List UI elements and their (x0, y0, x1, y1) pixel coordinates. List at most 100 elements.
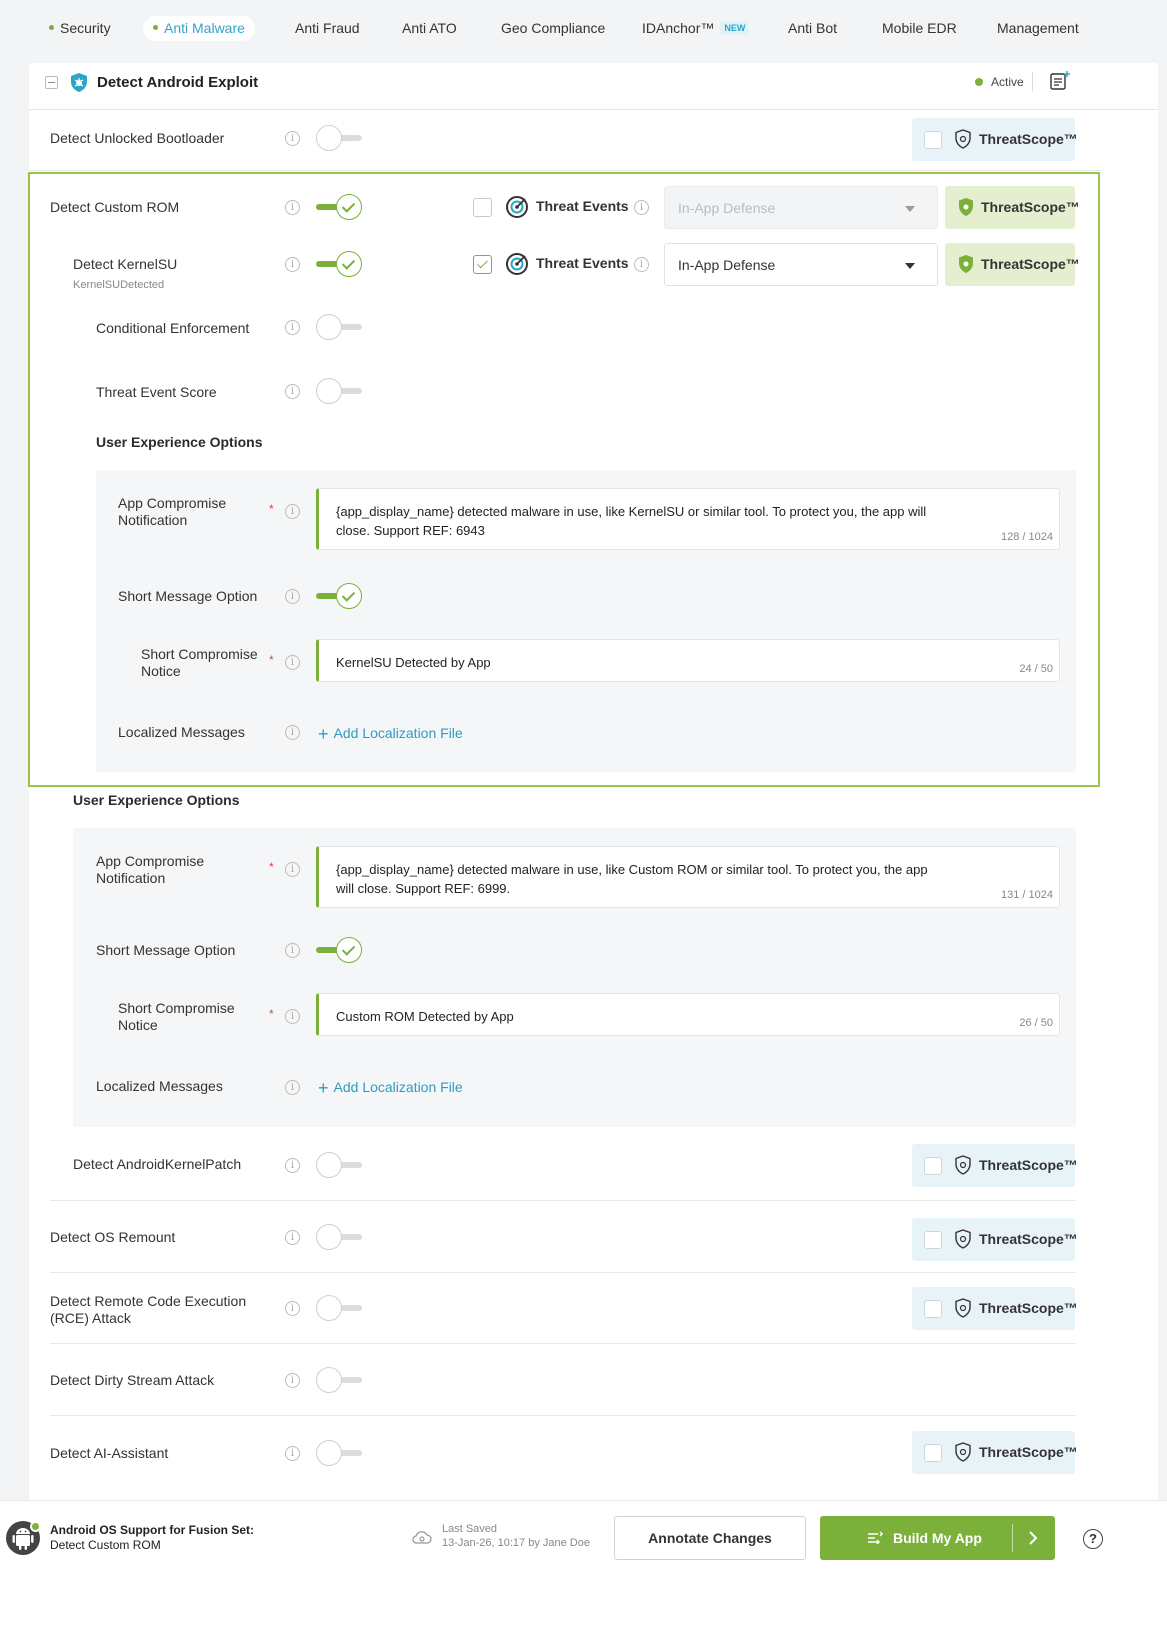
info-icon[interactable]: i (285, 131, 300, 146)
chevron-right-icon[interactable] (1028, 1531, 1038, 1545)
add-localization-link[interactable]: + Add Localization File (318, 722, 463, 744)
tab-management[interactable]: Management (987, 16, 1089, 41)
info-icon[interactable]: i (285, 1158, 300, 1173)
info-icon[interactable]: i (285, 200, 300, 215)
required-marker: * (269, 653, 274, 667)
info-icon[interactable]: i (634, 257, 649, 272)
toggle-threat-event-score[interactable] (316, 378, 362, 404)
tab-mobile-edr[interactable]: Mobile EDR (872, 16, 967, 41)
response-select[interactable]: In-App Defense (664, 243, 938, 286)
info-icon[interactable]: i (285, 384, 300, 399)
toggle-dirty-stream[interactable] (316, 1367, 362, 1393)
field-label: Short Compromise Notice (118, 1000, 235, 1033)
shield-icon (955, 1298, 971, 1318)
section-heading: User Experience Options (96, 434, 263, 450)
threatscope-button[interactable]: ThreatScope™ (912, 1287, 1078, 1330)
field-label: Short Message Option (96, 942, 236, 958)
info-icon[interactable]: i (285, 1446, 300, 1461)
shield-bug-icon (71, 73, 87, 92)
threat-events-checkbox[interactable] (473, 198, 492, 217)
online-status-icon (30, 1521, 41, 1532)
info-icon[interactable]: i (285, 1301, 300, 1316)
toggle-custom-rom[interactable] (316, 194, 362, 220)
shield-icon (955, 1155, 971, 1175)
shield-icon (955, 129, 971, 149)
info-icon[interactable]: i (285, 320, 300, 335)
tab-anti-fraud[interactable]: Anti Fraud (285, 16, 370, 41)
row-label: Conditional Enforcement (96, 320, 250, 336)
threatscope-button[interactable]: ThreatScope™ (912, 1144, 1078, 1187)
toggle-os-remount[interactable] (316, 1224, 362, 1250)
shield-icon (959, 198, 973, 216)
toggle-kernelsu[interactable] (316, 251, 362, 277)
threat-events-checkbox[interactable] (473, 255, 492, 274)
threatscope-button[interactable]: ThreatScope™ (945, 186, 1080, 229)
divider (1032, 72, 1033, 92)
divider (29, 170, 1100, 171)
threatscope-checkbox[interactable] (924, 1231, 942, 1249)
build-my-app-button[interactable]: Build My App (820, 1516, 1055, 1560)
row-sublabel: KernelSUDetected (73, 279, 165, 291)
status-label: Active (991, 75, 1024, 89)
threatscope-button[interactable]: ThreatScope™ (912, 118, 1078, 161)
threatscope-checkbox[interactable] (924, 1444, 942, 1462)
shield-icon (955, 1229, 971, 1249)
row-label: Detect Dirty Stream Attack (50, 1372, 215, 1388)
app-compromise-textarea[interactable]: {app_display_name} detected malware in u… (316, 488, 1060, 550)
row-label: Detect AndroidKernelPatch (73, 1156, 242, 1172)
tab-anti-bot[interactable]: Anti Bot (778, 16, 847, 41)
threatscope-button[interactable]: ThreatScope™ (945, 243, 1080, 286)
info-icon[interactable]: i (285, 725, 300, 740)
tab-geo-compliance[interactable]: Geo Compliance (491, 16, 615, 41)
last-saved-value: 13-Jan-26, 10:17 by Jane Doe (442, 1537, 590, 1549)
threatscope-checkbox[interactable] (924, 1300, 942, 1318)
row-label: Detect OS Remount (50, 1229, 176, 1245)
info-icon[interactable]: i (285, 504, 300, 519)
tab-anti-ato[interactable]: Anti ATO (392, 16, 467, 41)
tab-security[interactable]: Security (39, 16, 121, 41)
row-label: Detect Unlocked Bootloader (50, 130, 225, 146)
field-label: Localized Messages (96, 1078, 223, 1094)
field-label: Short Message Option (118, 588, 258, 604)
short-notice-input[interactable]: KernelSU Detected by App 24 / 50 (316, 639, 1060, 682)
toggle-rce[interactable] (316, 1295, 362, 1321)
help-icon[interactable]: ? (1083, 1529, 1103, 1549)
info-icon[interactable]: i (285, 1080, 300, 1095)
toggle-unlocked-bootloader[interactable] (316, 125, 362, 151)
toggle-android-kernel-patch[interactable] (316, 1152, 362, 1178)
divider (50, 1343, 1076, 1344)
field-label: Short Compromise Notice (141, 646, 258, 679)
tab-idanchor[interactable]: IDAnchor™ NEW (632, 16, 759, 41)
toggle-ai-assistant[interactable] (316, 1440, 362, 1466)
toggle-short-message[interactable] (316, 583, 362, 609)
tab-anti-malware[interactable]: Anti Malware (143, 16, 255, 41)
add-localization-link[interactable]: + Add Localization File (318, 1076, 463, 1098)
threatscope-button[interactable]: ThreatScope™ (912, 1431, 1078, 1474)
caret-down-icon (905, 206, 915, 212)
info-icon[interactable]: i (285, 862, 300, 877)
info-icon[interactable]: i (285, 1009, 300, 1024)
shield-icon (959, 255, 973, 273)
toggle-conditional-enforcement[interactable] (316, 314, 362, 340)
info-icon[interactable]: i (285, 655, 300, 670)
info-icon[interactable]: i (285, 943, 300, 958)
threatscope-checkbox[interactable] (924, 131, 942, 149)
threatscope-button[interactable]: ThreatScope™ (912, 1218, 1078, 1261)
footer-bar: Android OS Support for Fusion Set: Detec… (0, 1500, 1167, 1651)
toggle-short-message[interactable] (316, 937, 362, 963)
app-compromise-textarea[interactable]: {app_display_name} detected malware in u… (316, 846, 1060, 908)
response-select[interactable]: In-App Defense (664, 186, 938, 229)
row-label: Detect Custom ROM (50, 199, 180, 215)
notes-add-icon[interactable] (1049, 70, 1071, 92)
info-icon[interactable]: i (285, 1230, 300, 1245)
annotate-changes-button[interactable]: Annotate Changes (614, 1516, 806, 1560)
required-marker: * (269, 860, 274, 874)
threatscope-checkbox[interactable] (924, 1157, 942, 1175)
info-icon[interactable]: i (285, 1373, 300, 1388)
info-icon[interactable]: i (285, 589, 300, 604)
short-notice-input[interactable]: Custom ROM Detected by App 26 / 50 (316, 993, 1060, 1036)
info-icon[interactable]: i (634, 200, 649, 215)
info-icon[interactable]: i (285, 257, 300, 272)
row-label: Detect Remote Code Execution (RCE) Attac… (50, 1293, 247, 1326)
collapse-icon[interactable] (45, 76, 58, 89)
